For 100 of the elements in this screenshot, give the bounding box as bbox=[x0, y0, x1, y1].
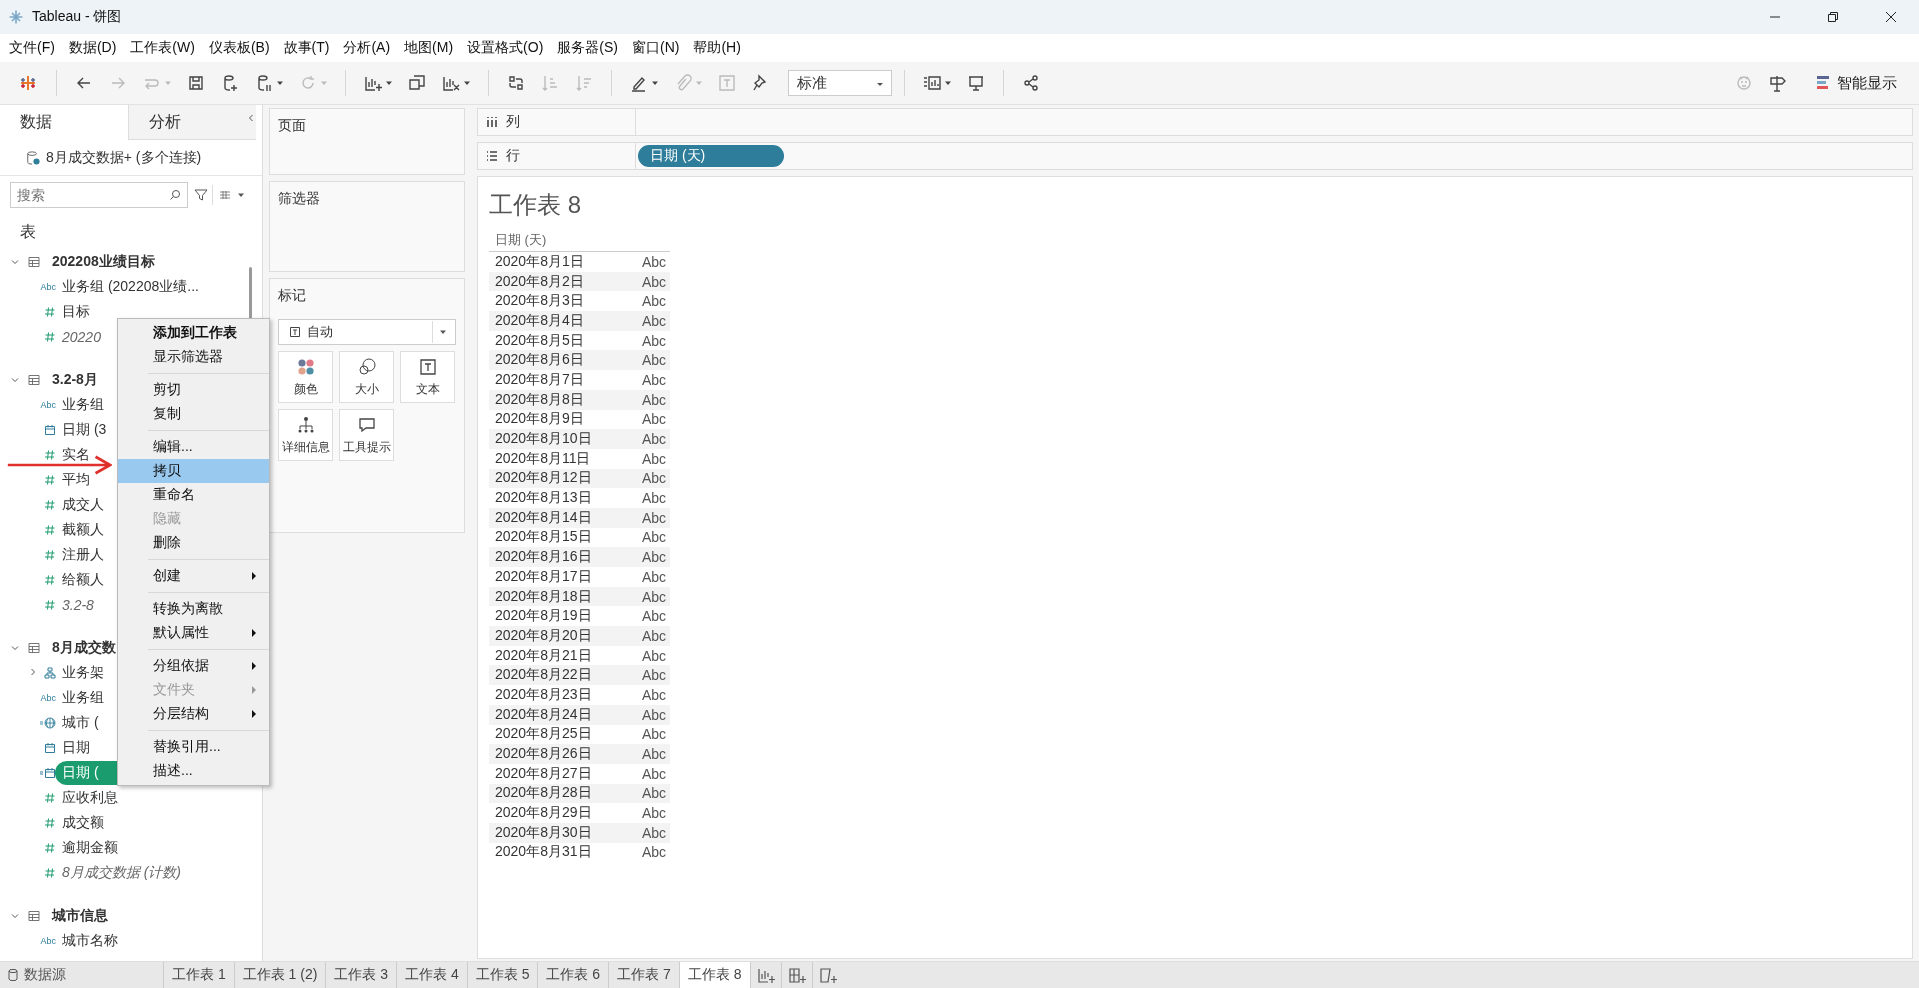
table-cell: Abc bbox=[641, 706, 666, 723]
table-name[interactable]: 3.2-8月 bbox=[52, 370, 98, 389]
menu-item[interactable]: 地图(M) bbox=[397, 39, 461, 57]
row-header: 2020年8月23日 bbox=[495, 685, 592, 704]
field-name[interactable]: 实名 bbox=[62, 442, 97, 467]
panel-tab[interactable]: 分析 bbox=[128, 105, 256, 140]
menu-item[interactable]: 编辑... bbox=[118, 435, 269, 459]
filter-icon[interactable] bbox=[194, 188, 208, 202]
mark-type-dropdown[interactable]: 自动 bbox=[278, 319, 456, 345]
menu-item[interactable]: 复制 bbox=[118, 402, 269, 426]
field-pill[interactable]: 日期 (天) bbox=[638, 145, 784, 167]
row-header: 2020年8月20日 bbox=[495, 626, 592, 645]
sheet-tab[interactable]: 工作表 7 bbox=[608, 962, 679, 988]
menu-item[interactable]: 文件(F) bbox=[2, 39, 62, 57]
menu-item[interactable]: 窗口(N) bbox=[625, 39, 687, 57]
sheet-tab[interactable]: 工作表 6 bbox=[537, 962, 609, 988]
collapse-chevron-icon[interactable] bbox=[246, 113, 256, 123]
field-name[interactable]: 截额人 bbox=[62, 517, 111, 542]
menu-item[interactable]: 添加到工作表 bbox=[118, 321, 269, 345]
menu-item[interactable]: 故事(T) bbox=[276, 39, 337, 57]
size-mark-button[interactable]: 大小 bbox=[339, 351, 394, 403]
menu-item[interactable]: 帮助(H) bbox=[686, 39, 748, 57]
restore-icon[interactable] bbox=[1827, 11, 1839, 23]
sheet-tab[interactable]: 工作表 5 bbox=[466, 962, 538, 988]
field-name[interactable]: 平均 bbox=[62, 467, 97, 492]
data-source-tab[interactable]: 数据源 bbox=[0, 962, 163, 988]
field-name[interactable]: 成交额 bbox=[62, 810, 111, 835]
detail-mark-button[interactable]: 详细信息 bbox=[278, 409, 333, 461]
menu-item[interactable]: 创建 bbox=[118, 564, 269, 588]
menu-item[interactable]: 描述... bbox=[118, 759, 269, 783]
table-cell: Abc bbox=[641, 726, 666, 743]
field-name[interactable]: 日期 (3 bbox=[62, 417, 114, 442]
field-name[interactable]: 成交人 bbox=[62, 492, 111, 517]
field-name[interactable]: 应收利息 bbox=[62, 785, 125, 810]
field-name[interactable]: 3.2-8 bbox=[62, 593, 101, 616]
field-name[interactable]: 20220 bbox=[62, 325, 108, 348]
chevron-icon[interactable] bbox=[28, 667, 38, 677]
color-mark-button[interactable]: 颜色 bbox=[278, 351, 333, 403]
menu-item[interactable]: 删除 bbox=[118, 531, 269, 555]
app-logo-icon bbox=[8, 9, 24, 25]
field-name[interactable]: 目标 bbox=[62, 299, 97, 324]
table-name[interactable]: 8月成交数 bbox=[52, 638, 116, 657]
menu-item[interactable]: 工作表(W) bbox=[123, 39, 202, 57]
table-icon bbox=[28, 373, 40, 386]
hash-icon bbox=[44, 305, 56, 318]
menu-item[interactable]: 仪表板(B) bbox=[201, 39, 277, 57]
menu-item[interactable]: 替换引用... bbox=[118, 735, 269, 759]
tableau-logo-icon[interactable] bbox=[18, 73, 38, 93]
close-icon[interactable] bbox=[1885, 11, 1897, 23]
field-name[interactable]: 业务组 bbox=[62, 392, 111, 417]
table-cell: Abc bbox=[641, 509, 666, 526]
sheet-tab[interactable]: 工作表 3 bbox=[325, 962, 397, 988]
row-header: 2020年8月16日 bbox=[495, 548, 592, 567]
menu-item[interactable]: 重命名 bbox=[118, 483, 269, 507]
sort-descending-icon bbox=[574, 73, 594, 93]
field-name[interactable]: 8月成交数据 (计数) bbox=[62, 860, 188, 885]
row-header: 2020年8月2日 bbox=[495, 272, 584, 291]
sheet-tab[interactable]: 工作表 1 (2) bbox=[233, 962, 326, 988]
menu-item[interactable]: 拷贝 bbox=[118, 459, 269, 483]
field-name[interactable]: 日期 bbox=[62, 735, 97, 760]
menu-item[interactable]: 数据(D) bbox=[61, 39, 124, 57]
text-mark-button[interactable]: 文本 bbox=[400, 351, 455, 403]
table-cell: Abc bbox=[641, 647, 666, 664]
field-name[interactable]: 逾期金额 bbox=[62, 835, 125, 860]
show-me-button[interactable]: 智能显示 bbox=[1811, 70, 1903, 96]
robot-icon bbox=[1734, 73, 1754, 93]
tooltip-mark-button[interactable]: 工具提示 bbox=[339, 409, 394, 461]
menu-item[interactable]: 转换为离散 bbox=[118, 597, 269, 621]
menu-item[interactable]: 分层结构 bbox=[118, 702, 269, 726]
connection-name[interactable]: 8月成交数据+ (多个连接) bbox=[46, 148, 202, 167]
table-name[interactable]: 202208业绩目标 bbox=[52, 252, 155, 271]
view-size-dropdown[interactable]: 标准 bbox=[788, 70, 892, 96]
row-header: 2020年8月13日 bbox=[495, 489, 592, 508]
type-label: Abc bbox=[40, 281, 56, 292]
column-header: 日期 (天) bbox=[489, 231, 670, 252]
hash-icon bbox=[44, 841, 56, 854]
shelf-label: 行 bbox=[506, 147, 520, 165]
menu-item[interactable]: 分析(A) bbox=[336, 39, 398, 57]
table-cell: Abc bbox=[641, 450, 666, 467]
field-name[interactable]: 业务组 bbox=[62, 685, 111, 710]
menu-item[interactable]: 设置格式(O) bbox=[460, 39, 551, 57]
menu-item[interactable]: 剪切 bbox=[118, 378, 269, 402]
hash-icon bbox=[44, 866, 56, 879]
hash-icon bbox=[44, 498, 56, 511]
sheet-tab[interactable]: 工作表 1 bbox=[163, 962, 234, 988]
menu-item[interactable]: 默认属性 bbox=[118, 621, 269, 645]
submenu-arrow-icon bbox=[251, 628, 257, 638]
field-name[interactable]: 业务架 bbox=[62, 660, 111, 685]
table-name[interactable]: 城市信息 bbox=[52, 906, 108, 925]
menu-item[interactable]: 分组依据 bbox=[118, 654, 269, 678]
field-name[interactable]: 城市名称 bbox=[62, 928, 125, 953]
search-field[interactable]: 搜索 bbox=[10, 182, 188, 208]
menu-item[interactable]: 服务器(S) bbox=[550, 39, 625, 57]
field-name[interactable]: 注册人 bbox=[62, 542, 111, 567]
field-name[interactable]: 城市 ( bbox=[62, 710, 106, 735]
sheet-tab[interactable]: 工作表 4 bbox=[396, 962, 467, 988]
sheet-tab[interactable]: 工作表 8 bbox=[678, 962, 750, 988]
menu-item[interactable]: 显示筛选器 bbox=[118, 345, 269, 369]
field-name[interactable]: 业务组 (202208业绩... bbox=[62, 274, 206, 299]
field-name[interactable]: 给额人 bbox=[62, 567, 111, 592]
